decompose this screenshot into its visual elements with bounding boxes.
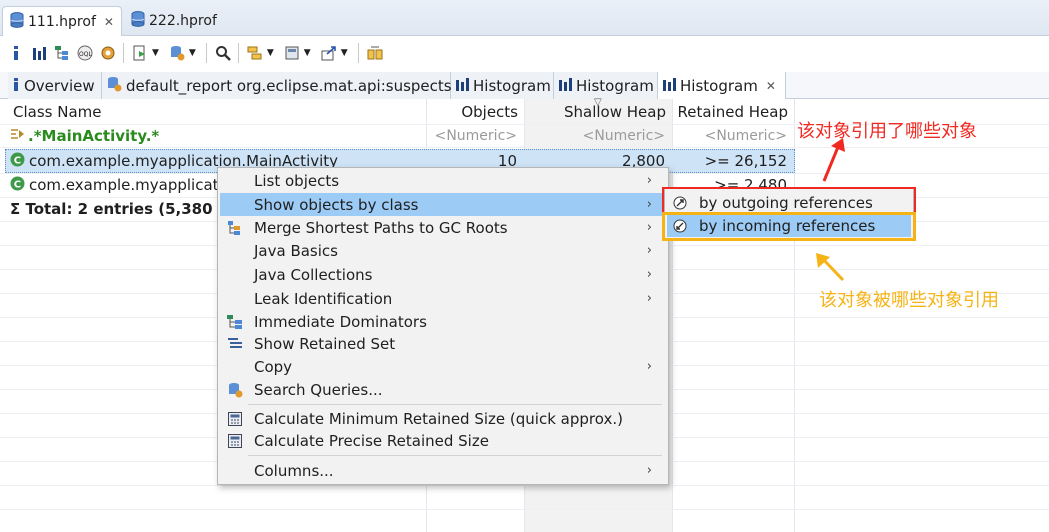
- annotation-incoming: 该对象被哪些对象引用: [819, 290, 999, 311]
- annotation-arrows: [816, 138, 845, 282]
- annotation-outgoing: 该对象引用了哪些对象: [797, 121, 977, 142]
- eclipse-mat-window: 111.hprof ✕ 222.hprof OQL ▼ ▼ ▼ ▼ ▼ Over…: [0, 0, 1049, 532]
